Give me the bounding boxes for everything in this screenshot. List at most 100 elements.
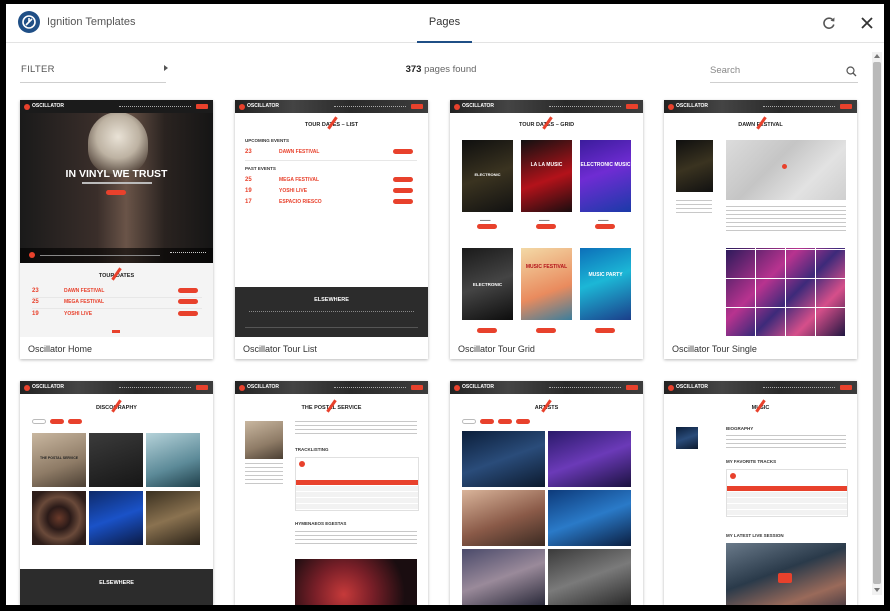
scroll-up-icon[interactable] xyxy=(874,54,880,58)
event-poster: ELECTRONIC xyxy=(462,140,513,212)
preview-brand: OSCILLATOR xyxy=(676,103,709,109)
artist-photo xyxy=(462,431,545,487)
app-title: Ignition Templates xyxy=(47,16,136,28)
section-label: TRACKLISTING xyxy=(295,447,329,452)
artist-photo xyxy=(548,549,631,605)
event-button xyxy=(393,199,413,204)
artist-photo xyxy=(462,549,545,605)
album-description xyxy=(295,421,417,437)
event-poster: MUSIC FESTIVAL xyxy=(521,248,572,320)
template-card[interactable]: OSCILLATOR TOUR DATES – GRID ELECTRONIC … xyxy=(450,100,643,359)
template-preview: OSCILLATOR IN VINYL WE TRUST TOUR DATES … xyxy=(20,100,213,337)
event-day: 19 xyxy=(32,311,39,317)
template-preview: OSCILLATOR DAWN FESTIVAL xyxy=(664,100,857,337)
event-button xyxy=(393,177,413,182)
event-name: ESPACIO RIESCO xyxy=(279,199,322,205)
section-label: PAST EVENTS xyxy=(245,166,276,171)
preview-brand: OSCILLATOR xyxy=(462,384,495,390)
event-name: DAWN FESTIVAL xyxy=(279,149,320,155)
template-preview: OSCILLATOR ARTISTS xyxy=(450,381,643,605)
template-preview: OSCILLATOR MUSIC BIOGRAPHY MY FAVORITE T… xyxy=(664,381,857,605)
scrollbar-thumb[interactable] xyxy=(873,62,881,584)
event-day: 23 xyxy=(245,149,252,155)
event-day: 25 xyxy=(32,299,39,305)
artist-photo xyxy=(462,490,545,546)
poster-caption: ▬▬▬ xyxy=(480,218,491,222)
search-input[interactable] xyxy=(710,62,838,78)
poster-button xyxy=(595,224,615,229)
filter-toggle[interactable]: FILTER xyxy=(20,56,168,83)
artist-avatar xyxy=(676,427,698,449)
biography-text xyxy=(726,435,846,448)
event-poster: ELECTRONIC MUSIC xyxy=(580,140,631,212)
preview-brand: OSCILLATOR xyxy=(32,103,65,109)
filter-pill xyxy=(68,419,82,424)
event-poster xyxy=(676,140,713,192)
artist-photo xyxy=(548,431,631,487)
template-card[interactable]: OSCILLATOR THE POSTAL SERVICE TRACKLISTI… xyxy=(235,381,428,605)
footer-brand: ELSEWHERE xyxy=(99,580,134,586)
event-day: 25 xyxy=(245,177,252,183)
section-label: UPCOMING EVENTS xyxy=(245,138,290,143)
section-label: HYMENAEOS EGESTAS xyxy=(295,521,347,526)
preview-header: OSCILLATOR xyxy=(20,381,213,394)
filter-pill xyxy=(50,419,64,424)
close-icon[interactable] xyxy=(858,14,876,32)
album-text xyxy=(295,531,417,547)
album-cover xyxy=(32,491,86,545)
poster-button xyxy=(536,328,556,333)
footer-brand: ELSEWHERE xyxy=(314,297,349,303)
search-icon[interactable] xyxy=(846,64,857,82)
filter-pill xyxy=(498,419,512,424)
template-preview: OSCILLATOR THE POSTAL SERVICE TRACKLISTI… xyxy=(235,381,428,605)
scrollbar[interactable] xyxy=(872,52,882,595)
template-card[interactable]: OSCILLATOR DAWN FESTIVAL Oscillator Tour… xyxy=(664,100,857,359)
album-cover xyxy=(146,491,200,545)
album-cover: THE POSTAL SERVICE xyxy=(32,433,86,487)
poster-button xyxy=(595,328,615,333)
template-preview: OSCILLATOR TOUR DATES – LIST UPCOMING EV… xyxy=(235,100,428,337)
poster-caption: ▬▬▬ xyxy=(539,218,550,222)
event-day: 23 xyxy=(32,288,39,294)
hero-headline: IN VINYL WE TRUST xyxy=(65,168,168,180)
template-title: Oscillator Tour Single xyxy=(672,344,757,354)
filter-pill xyxy=(462,419,476,424)
template-title: Oscillator Tour Grid xyxy=(458,344,535,354)
template-card[interactable]: OSCILLATOR MUSIC BIOGRAPHY MY FAVORITE T… xyxy=(664,381,857,605)
template-preview: OSCILLATOR TOUR DATES – GRID ELECTRONIC … xyxy=(450,100,643,337)
artist-photo xyxy=(548,490,631,546)
preview-header: OSCILLATOR xyxy=(235,381,428,394)
album-cover xyxy=(146,433,200,487)
divider xyxy=(32,308,202,309)
section-label: BIOGRAPHY xyxy=(726,426,754,431)
scroll-down-icon[interactable] xyxy=(874,588,880,592)
hero-button xyxy=(106,190,126,195)
event-name: MEGA FESTIVAL xyxy=(279,177,319,183)
album-video xyxy=(295,559,417,605)
event-poster: MUSIC PARTY xyxy=(580,248,631,320)
ignition-logo-icon xyxy=(18,11,40,33)
caret-right-icon xyxy=(164,65,168,71)
search-box xyxy=(710,56,858,83)
event-button xyxy=(393,188,413,193)
poster-button xyxy=(536,224,556,229)
template-card[interactable]: OSCILLATOR IN VINYL WE TRUST TOUR DATES … xyxy=(20,100,213,359)
event-name: YOSHI LIVE xyxy=(64,311,93,317)
event-name: DAWN FESTIVAL xyxy=(64,288,105,294)
album-cover xyxy=(89,433,143,487)
preview-brand: OSCILLATOR xyxy=(247,103,280,109)
filter-pill xyxy=(480,419,494,424)
album-cover xyxy=(89,491,143,545)
filter-pill xyxy=(32,419,46,424)
results-number: 373 xyxy=(405,64,422,75)
tab-pages[interactable]: Pages xyxy=(417,4,472,43)
preview-brand: OSCILLATOR xyxy=(247,384,280,390)
template-card[interactable]: OSCILLATOR TOUR DATES – LIST UPCOMING EV… xyxy=(235,100,428,359)
poster-button xyxy=(477,328,497,333)
preview-header: OSCILLATOR xyxy=(450,381,643,394)
template-title: Oscillator Tour List xyxy=(243,344,317,354)
template-card[interactable]: OSCILLATOR DISCOGRAPHY THE POSTAL SERVIC… xyxy=(20,381,213,605)
template-card[interactable]: OSCILLATOR ARTISTS xyxy=(450,381,643,605)
refresh-icon[interactable] xyxy=(821,15,837,31)
section-label: MY LATEST LIVE SESSION xyxy=(726,533,784,538)
